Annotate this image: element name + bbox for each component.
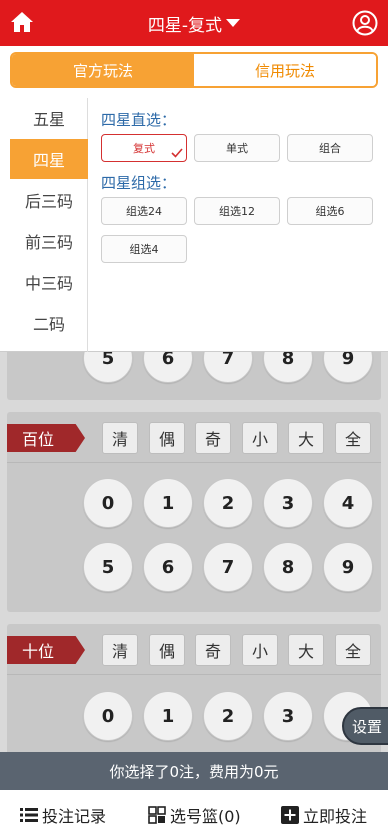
check-icon <box>171 148 183 158</box>
sidebar-item-four-star[interactable]: 四星 <box>10 139 88 179</box>
option-zuxuan24-button[interactable]: 组选24 <box>101 197 187 225</box>
filter-small[interactable]: 小 <box>242 634 278 666</box>
filter-odd[interactable]: 奇 <box>195 634 231 666</box>
place-bet-label: 立即投注 <box>303 807 368 826</box>
number-ball[interactable]: 1 <box>143 478 193 528</box>
sidebar-item-five-star[interactable]: 五星 <box>10 98 88 138</box>
play-type-panel: 官方玩法 信用玩法 五星 四星 后三码 前三码 中三码 二码 四星直选： 复式 … <box>0 46 388 352</box>
caret-down-icon <box>226 19 241 27</box>
position-label: 十位 <box>7 636 85 664</box>
option-danshi-button[interactable]: 单式 <box>194 134 280 162</box>
filter-big[interactable]: 大 <box>288 422 324 454</box>
filter-odd[interactable]: 奇 <box>195 422 231 454</box>
filter-clear[interactable]: 清 <box>102 634 138 666</box>
filter-even[interactable]: 偶 <box>149 634 185 666</box>
list-icon <box>20 808 38 822</box>
filter-small[interactable]: 小 <box>242 422 278 454</box>
selection-summary: 你选择了0注，费用为0元 <box>0 752 388 790</box>
number-ball[interactable]: 1 <box>143 691 193 741</box>
option-zuxuan12-button[interactable]: 组选12 <box>194 197 280 225</box>
number-ball[interactable]: 5 <box>83 542 133 592</box>
number-ball[interactable]: 6 <box>143 542 193 592</box>
filter-all[interactable]: 全 <box>335 422 371 454</box>
sidebar-item-last-three[interactable]: 后三码 <box>10 180 88 220</box>
tab-official[interactable]: 官方玩法 <box>12 54 194 86</box>
group-title-direct: 四星直选： <box>101 111 177 129</box>
number-ball[interactable]: 9 <box>323 542 373 592</box>
play-category-sidebar: 五星 四星 后三码 前三码 中三码 二码 <box>0 98 88 352</box>
number-ball[interactable]: 0 <box>83 691 133 741</box>
option-zuhe-button[interactable]: 组合 <box>287 134 373 162</box>
plus-square-icon <box>281 806 299 824</box>
top-header: 四星-复式 <box>0 0 388 46</box>
option-fushi-button[interactable]: 复式 <box>101 134 187 162</box>
bet-records-label: 投注记录 <box>42 807 107 826</box>
option-zuxuan6-button[interactable]: 组选6 <box>287 197 373 225</box>
group-title-combo: 四星组选： <box>101 174 177 192</box>
number-ball[interactable]: 3 <box>263 478 313 528</box>
basket-label: 选号篮(0) <box>170 807 241 826</box>
number-ball[interactable]: 2 <box>203 478 253 528</box>
number-ball[interactable]: 2 <box>203 691 253 741</box>
option-zuxuan4-button[interactable]: 组选4 <box>101 235 187 263</box>
grid-icon <box>148 806 166 824</box>
option-label: 复式 <box>133 142 155 155</box>
sidebar-item-middle-three[interactable]: 中三码 <box>10 262 88 302</box>
settings-button[interactable]: 设置 <box>342 707 388 745</box>
number-ball[interactable]: 3 <box>263 691 313 741</box>
position-label: 百位 <box>7 424 85 452</box>
place-bet-button[interactable]: 立即投注 <box>281 790 367 840</box>
home-icon[interactable] <box>10 10 34 34</box>
number-ball[interactable]: 7 <box>203 542 253 592</box>
filter-all[interactable]: 全 <box>335 634 371 666</box>
page-title: 四星-复式 <box>147 15 223 36</box>
sidebar-item-two-code[interactable]: 二码 <box>10 303 88 343</box>
number-ball[interactable]: 4 <box>323 478 373 528</box>
filter-clear[interactable]: 清 <box>102 422 138 454</box>
basket-button[interactable]: 选号篮(0) <box>148 790 241 840</box>
filter-even[interactable]: 偶 <box>149 422 185 454</box>
filter-big[interactable]: 大 <box>288 634 324 666</box>
bet-records-button[interactable]: 投注记录 <box>20 790 106 840</box>
number-ball[interactable]: 8 <box>263 542 313 592</box>
bottom-action-bar: 投注记录 选号篮(0) 立即投注 <box>0 790 388 840</box>
play-type-dropdown[interactable]: 四星-复式 <box>147 11 241 36</box>
divider <box>7 674 381 675</box>
tab-credit[interactable]: 信用玩法 <box>194 54 376 86</box>
number-ball[interactable]: 0 <box>83 478 133 528</box>
divider <box>7 462 381 463</box>
mode-tabs: 官方玩法 信用玩法 <box>10 52 378 88</box>
user-icon[interactable] <box>352 10 378 36</box>
sidebar-item-first-three[interactable]: 前三码 <box>10 221 88 261</box>
